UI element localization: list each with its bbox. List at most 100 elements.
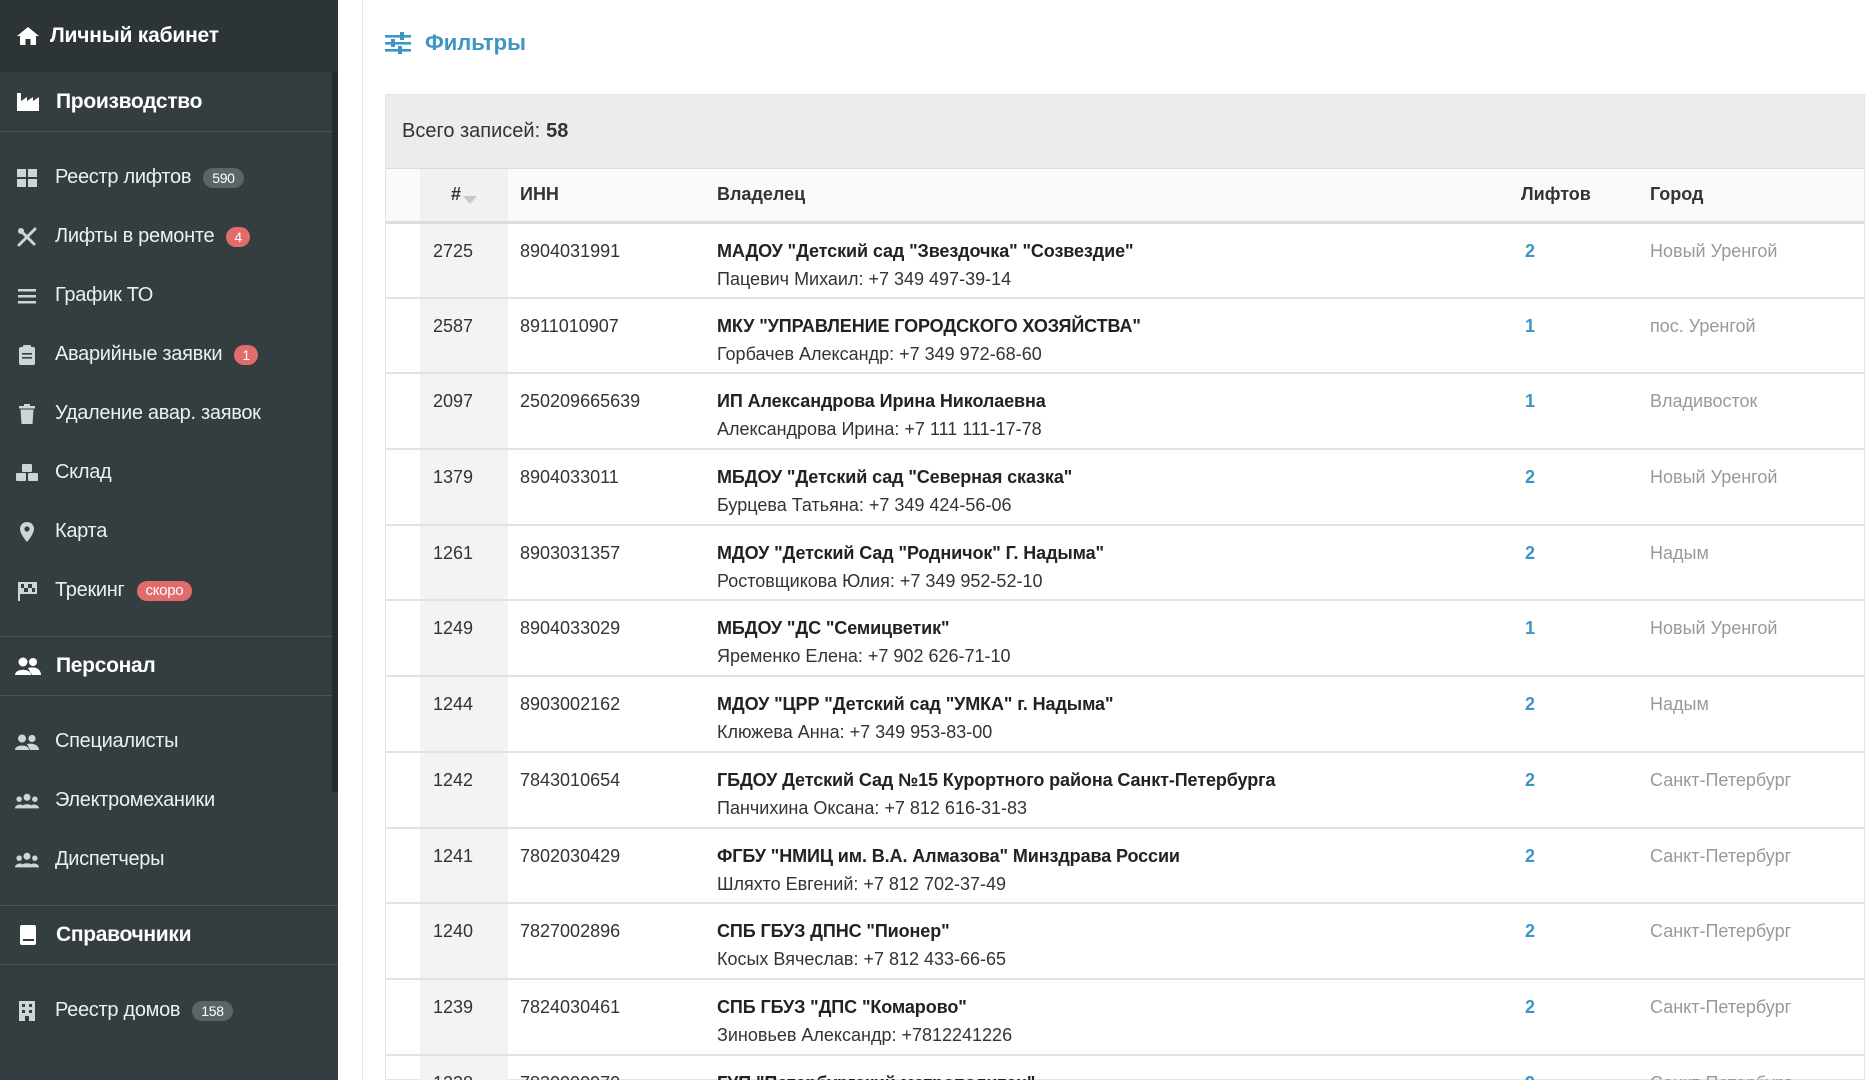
cell-inn: 8904033011 [508,449,717,526]
sidebar-item-tracking[interactable]: Трекинг скоро [0,561,338,620]
owner-name[interactable]: МДОУ "ЦРР "Детский сад "УМКА" г. Надыма" [717,694,1521,715]
cell-lifts-link[interactable]: 1 [1521,297,1650,375]
header-id-label: # [450,184,461,205]
user-group-icon [15,790,39,812]
sidebar-item-dispatchers[interactable]: Диспетчеры [0,830,338,889]
cell-owner: МБДОУ "Детский сад "Северная сказка" Бурц… [717,449,1521,526]
table-row[interactable]: 1244 8903002162 МДОУ "ЦРР "Детский сад "УМ… [386,676,1864,753]
table-row[interactable]: 2725 8904031991 МАДОУ "Детский сад "Звездо… [386,222,1864,299]
sidebar-scrollbar[interactable] [332,72,338,792]
row-spacer [386,751,420,829]
account-link[interactable]: Личный кабинет [0,0,338,72]
table-row[interactable]: 12387830000970ГУП "Петербургский метропо… [386,1054,1864,1080]
filters-toggle[interactable]: Фильтры [385,30,526,56]
main-content: Фильтры Всего записей: 58 # ИНН Владелец [362,0,1875,1080]
sidebar-item-map[interactable]: Карта [0,502,338,561]
total-records: Всего записей: 58 [386,95,1864,169]
cell-id: 1238 [420,1054,508,1080]
owner-name[interactable]: ИП Александрова Ирина Николаевна [717,391,1521,412]
header-inn[interactable]: ИНН [508,169,717,224]
table-row[interactable]: 1249 8904033029 МБДОУ "ДС "Семицветик" Ярем… [386,600,1864,678]
cell-lifts-link[interactable]: 2 [1521,449,1650,526]
owner-name[interactable]: МБДОУ "ДС "Семицветик" [717,618,1521,639]
flag-icon [15,580,39,602]
owner-name[interactable]: СПБ ГБУЗ "ДПС "Комарово" [717,997,1521,1018]
section-title: Справочники [56,923,192,946]
cell-lifts-link[interactable]: 2 [1521,751,1650,829]
cell-city: Владивосток [1650,373,1864,451]
row-spacer [386,600,420,678]
owner-name[interactable]: ФГБУ "НМИЦ им. В.А. Алмазова" Минздрава … [717,846,1521,867]
cell-id: 2725 [420,222,508,299]
table-row[interactable]: 1261 8903031357 МДОУ "Детский Сад "Родничо… [386,524,1864,602]
cell-inn: 8904033029 [508,600,717,678]
sidebar-item-electromechanics[interactable]: Электромеханики [0,771,338,830]
owner-name[interactable]: ГБДОУ Детский Сад №15 Курортного района … [717,770,1521,791]
cell-owner: ГБДОУ Детский Сад №15 Курортного района … [717,751,1521,829]
owner-contact: Пацевич Михаил: +7 349 497-39-14 [717,268,1012,289]
row-spacer [386,449,420,526]
table-row[interactable]: 1240 7827002896 СПБ ГБУЗ ДПНС "Пионер" Косы… [386,903,1864,980]
cell-lifts-link[interactable]: 2 [1521,676,1650,753]
header-lifts[interactable]: Лифтов [1521,169,1650,224]
results-panel: Всего записей: 58 # ИНН Владелец Лифтов [385,94,1865,1080]
owner-name[interactable]: ГУП "Петербургский метрополитен" [717,1073,1521,1080]
tools-icon [15,226,39,248]
table-row[interactable]: 2097 250209665639 ИП Александрова Ирина Ни… [386,373,1864,451]
sidebar-item-house-registry[interactable]: Реестр домов 158 [0,981,338,1040]
owner-name[interactable]: МДОУ "Детский Сад "Родничок" Г. Надыма" [717,543,1521,564]
sidebar-item-label: Диспетчеры [55,848,165,870]
table-row[interactable]: 2587 8911010907 МКУ "УПРАВЛЕНИЕ ГОРОДСКОГО… [386,297,1864,375]
cell-id: 1379 [420,449,508,526]
cell-city: Санкт-Петербург [1650,1054,1864,1080]
cell-lifts-link[interactable]: 2 [1521,222,1650,299]
owner-contact: Косых Вячеслав: +7 812 433-66-65 [717,949,1007,970]
row-spacer [386,1054,420,1080]
sidebar-item-emergency[interactable]: Аварийные заявки 1 [0,325,338,384]
section-production[interactable]: Производство [0,72,338,132]
sidebar-item-delete-requests[interactable]: Удаление авар. заявок [0,384,338,443]
cell-lifts-link[interactable]: 2 [1521,903,1650,980]
owner-name[interactable]: МБДОУ "Детский сад "Северная сказка" [717,467,1521,488]
row-spacer [386,524,420,602]
sidebar-item-warehouse[interactable]: Склад [0,443,338,502]
sidebar-item-lifts-repair[interactable]: Лифты в ремонте 4 [0,207,338,266]
user-pair-icon [15,731,39,753]
sidebar-item-specialists[interactable]: Специалисты [0,712,338,771]
cell-owner: ГУП "Петербургский метрополитен" [717,1054,1521,1080]
header-owner[interactable]: Владелец [717,169,1521,224]
cell-lifts-link[interactable]: 1 [1521,600,1650,678]
table-row[interactable]: 1379 8904033011 МБДОУ "Детский сад "Северн… [386,449,1864,526]
cell-lifts-link[interactable]: 2 [1521,827,1650,905]
cell-city: Санкт-Петербург [1650,903,1864,980]
header-id[interactable]: # [420,169,508,224]
sidebar-item-label: Лифты в ремонте [55,225,215,247]
owner-name[interactable]: СПБ ГБУЗ ДПНС "Пионер" [717,921,1521,942]
cell-lifts-link[interactable]: 2 [1521,524,1650,602]
cell-lifts-link[interactable]: 1 [1521,373,1650,451]
cell-owner: МДОУ "Детский Сад "Родничок" Г. Надыма" Р… [717,524,1521,602]
cell-lifts-link[interactable]: 2 [1521,978,1650,1056]
table-row[interactable]: 1239 7824030461 СПБ ГБУЗ "ДПС "Комарово" Зи… [386,978,1864,1056]
cell-inn: 8903002162 [508,676,717,753]
owner-contact: Шляхто Евгений: +7 812 702-37-49 [717,873,1007,894]
sidebar-item-schedule[interactable]: График ТО [0,266,338,325]
cell-city: Санкт-Петербург [1650,751,1864,829]
row-spacer [386,827,420,905]
owner-name[interactable]: МАДОУ "Детский сад "Звездочка" "Созвезди… [717,241,1521,262]
row-spacer [386,903,420,980]
table-row[interactable]: 1241 7802030429 ФГБУ "НМИЦ им. В.А. Алмазо… [386,827,1864,905]
owner-contact: Зиновьев Александр: +7812241226 [717,1024,1013,1045]
cell-lifts-link[interactable]: 9 [1521,1054,1650,1080]
owner-name[interactable]: МКУ "УПРАВЛЕНИЕ ГОРОДСКОГО ХОЗЯЙСТВА" [717,316,1521,337]
sidebar-item-lift-registry[interactable]: Реестр лифтов 590 [0,148,338,207]
header-city[interactable]: Город [1650,169,1864,224]
cell-city: Надым [1650,676,1864,753]
row-spacer [386,222,420,299]
cell-city: пос. Уренгой [1650,297,1864,375]
section-references[interactable]: Справочники [0,905,338,965]
cell-inn: 7802030429 [508,827,717,905]
table-row[interactable]: 1242 7843010654 ГБДОУ Детский Сад №15 Куро… [386,751,1864,829]
header-spacer [386,169,420,224]
section-staff[interactable]: Персонал [0,636,338,696]
